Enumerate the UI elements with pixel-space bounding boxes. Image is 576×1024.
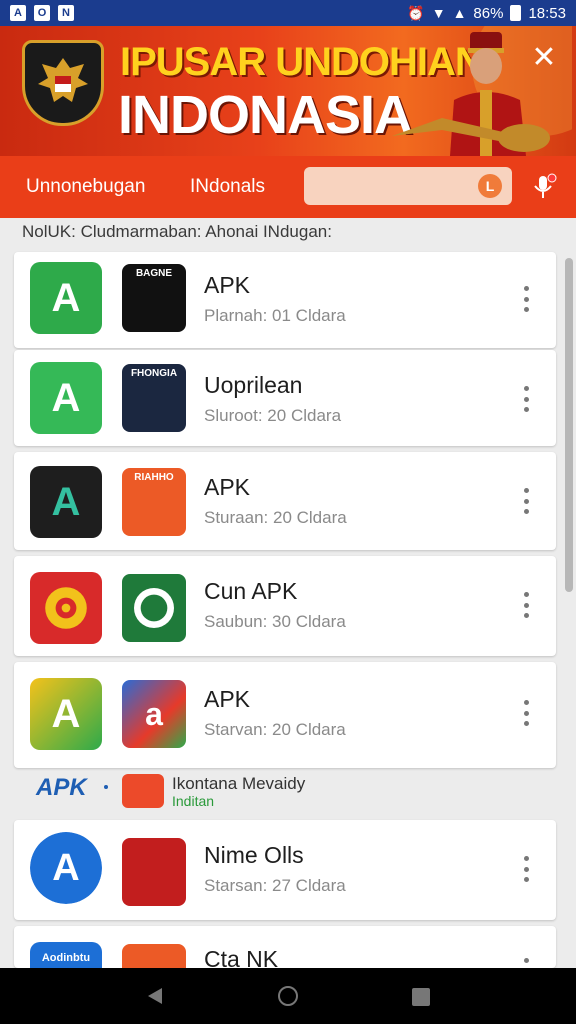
app-icon: A [30, 362, 102, 434]
search-icon[interactable]: L [478, 174, 502, 198]
list-item[interactable]: A RIAHHO APK Sturaan: 20 Cldara [14, 452, 556, 550]
app-icon: A [30, 678, 102, 750]
home-icon[interactable] [278, 986, 298, 1006]
list-item[interactable]: Cun APK Saubun: 30 Cldara [14, 556, 556, 656]
more-options-icon[interactable] [522, 386, 530, 412]
notification-icon-n: N [58, 5, 74, 21]
alarm-icon: ⏰ [407, 4, 425, 21]
more-options-icon[interactable] [522, 286, 530, 312]
list-item[interactable]: A Nime Olls Starsan: 27 Cldara [14, 820, 556, 920]
banner-title-line2: INDONASIA [118, 85, 413, 145]
more-options-icon[interactable] [522, 856, 530, 882]
app-title: APK [204, 686, 251, 712]
app-subtitle: Starvan: 20 Cldara [204, 720, 346, 739]
app-icon-secondary [122, 838, 186, 906]
app-title: Uoprilean [204, 372, 303, 398]
app-icon-secondary [122, 574, 186, 642]
clock: 18:53 [528, 4, 566, 22]
promo-subtitle: Inditan [172, 793, 215, 809]
battery-percent: 86% [473, 4, 504, 22]
search-input[interactable]: L [304, 167, 512, 205]
app-subtitle: Sluroot: 20 Cldara [204, 406, 342, 425]
nav-bar: Unnonebugan INdonals L [0, 156, 576, 218]
promo-app-icon[interactable] [122, 774, 164, 808]
promo-title[interactable]: Ikontana Mevaidy [172, 774, 305, 794]
app-title: Nime Olls [204, 842, 304, 868]
back-icon[interactable] [146, 986, 166, 1006]
app-icon-secondary: a [122, 680, 186, 748]
app-icon-secondary: FHONGIA [122, 364, 186, 432]
app-icon: A [30, 832, 102, 904]
more-options-icon[interactable] [522, 958, 530, 968]
app-title: APK [204, 474, 251, 500]
tab-unnonebugan[interactable]: Unnonebugan [26, 176, 145, 198]
app-icon: A [30, 262, 102, 334]
status-bar: A O N ⏰ ▼ ▲ 86% 18:53 [0, 0, 576, 26]
recent-apps-icon[interactable] [412, 988, 430, 1006]
mic-icon[interactable] [528, 172, 558, 202]
list-item[interactable]: A a APK Starvan: 20 Cldara [14, 662, 556, 768]
list-item[interactable]: A BAGNE APK Plarnah: 01 Cldara [14, 252, 556, 348]
section-subtitle: NolUK: Cludmarmaban: Ahonai INdugan: [22, 222, 332, 241]
garuda-emblem-icon [22, 40, 104, 126]
system-nav-bar [0, 968, 576, 1024]
app-subtitle: Sturaan: 20 Cldara [204, 508, 347, 527]
close-button[interactable]: ✕ [526, 40, 562, 76]
more-options-icon[interactable] [522, 592, 530, 618]
more-options-icon[interactable] [522, 488, 530, 514]
battery-icon [510, 5, 522, 21]
more-options-icon[interactable] [522, 700, 530, 726]
app-icon-secondary [122, 944, 186, 968]
tab-indonals[interactable]: INdonals [190, 176, 265, 198]
app-subtitle: Saubun: 30 Cldara [204, 612, 346, 631]
notification-icon-o: O [34, 5, 50, 21]
app-icon [30, 572, 102, 644]
app-icon-secondary: BAGNE [122, 264, 186, 332]
list-item[interactable]: Aodinbtu Cta NK [14, 926, 556, 968]
signal-icon: ▲ [452, 5, 467, 21]
app-icon-secondary: RIAHHO [122, 468, 186, 536]
app-title: Cun APK [204, 578, 298, 604]
app-title: APK [204, 272, 251, 298]
scrollbar[interactable] [565, 258, 573, 592]
list-item[interactable]: A FHONGIA Uoprilean Sluroot: 20 Cldara [14, 350, 556, 446]
app-icon: A [30, 466, 102, 538]
apk-brand-label[interactable]: APK [36, 774, 87, 802]
app-title: Cta NK [204, 946, 279, 968]
header-banner[interactable]: IPUSAR UNDOHIAN INDONASIA ✕ [0, 26, 576, 156]
separator-dot [104, 785, 108, 789]
app-subtitle: Starsan: 27 Cldara [204, 876, 346, 895]
app-icon: Aodinbtu [30, 942, 102, 968]
app-subtitle: Plarnah: 01 Cldara [204, 306, 346, 325]
wifi-icon: ▼ [431, 5, 446, 21]
notification-icon-a: A [10, 5, 26, 21]
